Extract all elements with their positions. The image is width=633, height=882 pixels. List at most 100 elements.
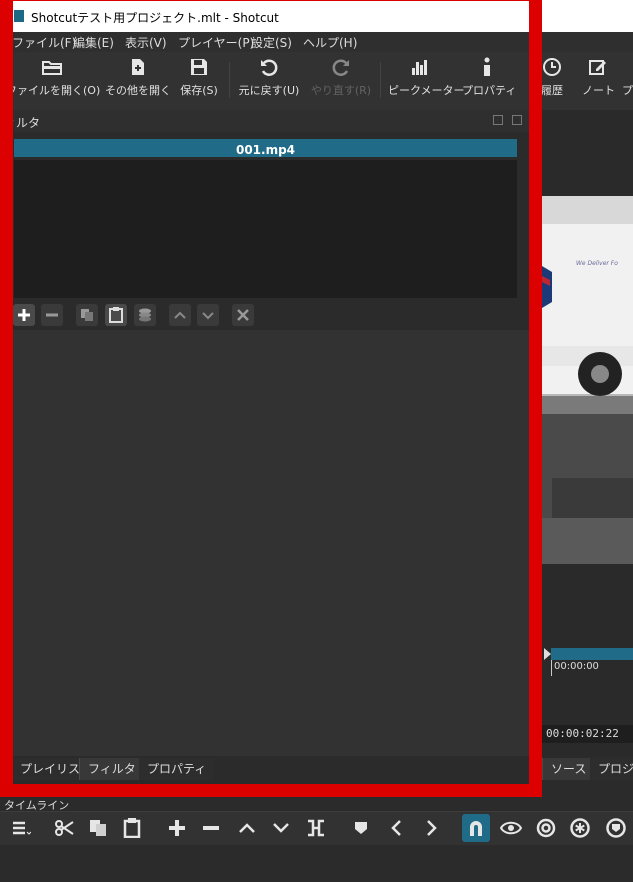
minus-icon: [203, 826, 219, 830]
properties-button[interactable]: プロパティ: [462, 52, 517, 108]
clock-icon: [543, 58, 561, 76]
copy-button[interactable]: [85, 815, 111, 841]
save-button[interactable]: 保存(S): [178, 52, 220, 108]
menu-settings[interactable]: 設定(S): [251, 34, 292, 51]
redo-icon: [332, 59, 349, 76]
stack-icon: [139, 308, 151, 322]
menu-edit[interactable]: 編集(E): [73, 34, 114, 51]
redo-label: やり直す(R): [310, 84, 372, 97]
lift-button[interactable]: [234, 815, 260, 841]
add-filter-button[interactable]: [13, 304, 35, 326]
previous-marker-button[interactable]: [384, 815, 410, 841]
paste-button[interactable]: [119, 815, 145, 841]
chevron-up-icon: [174, 311, 186, 319]
save-label: 保存(S): [180, 84, 218, 97]
ripple-delete-button[interactable]: [198, 815, 224, 841]
scrub-toggle[interactable]: [498, 815, 524, 841]
tab-properties[interactable]: プロパティ: [139, 758, 215, 780]
notes-button[interactable]: ノート: [582, 52, 615, 108]
split-icon: [308, 819, 324, 837]
next-marker-button[interactable]: [418, 815, 444, 841]
paste-filter-button[interactable]: [105, 304, 127, 326]
overwrite-button[interactable]: [268, 815, 294, 841]
copy-filter-button[interactable]: [76, 304, 98, 326]
menu-file[interactable]: ファイル(F): [12, 34, 76, 51]
note-edit-icon: [589, 60, 606, 75]
add-marker-button[interactable]: [348, 815, 374, 841]
open-other-label: その他を開く: [105, 84, 171, 97]
close-icon: [237, 309, 249, 321]
in-point-marker-icon[interactable]: [544, 648, 551, 660]
remove-filter-button[interactable]: [41, 304, 63, 326]
ripple-toggle[interactable]: [533, 815, 559, 841]
chevron-right-icon: [427, 820, 437, 836]
plus-icon: [18, 309, 30, 321]
chevron-down-icon: [273, 823, 289, 833]
filter-panel-header: ィルタ: [0, 110, 530, 132]
close-panel-icon[interactable]: [512, 115, 522, 125]
truck-lettering: We Deliver Fo: [576, 260, 618, 267]
toolbar-separator: [229, 62, 230, 98]
properties-label: プロパティ: [462, 84, 517, 97]
ripple-all-toggle[interactable]: [567, 815, 593, 841]
move-up-button[interactable]: [169, 304, 191, 326]
marker-icon: [355, 822, 367, 834]
more-toolbar-button[interactable]: プ: [622, 52, 633, 108]
timeline-tracks-area[interactable]: [0, 845, 633, 882]
open-file-button[interactable]: ファイルを開く(O): [6, 52, 100, 108]
meter-icon: [412, 60, 427, 75]
preset-filter-button[interactable]: [134, 304, 156, 326]
history-button[interactable]: 履歴: [530, 52, 574, 108]
video-preview[interactable]: We Deliver Fo: [542, 196, 633, 564]
timecode-field[interactable]: 00:00:02:22: [542, 725, 633, 743]
shield-circle-icon: [606, 818, 626, 838]
cut-button[interactable]: [52, 815, 78, 841]
redo-button[interactable]: やり直す(R): [310, 52, 372, 108]
open-other-button[interactable]: その他を開く: [104, 52, 172, 108]
peak-meter-button[interactable]: ピークメーター: [388, 52, 465, 108]
player-ruler[interactable]: 00:00:00: [551, 660, 633, 676]
file-plus-icon: [132, 59, 144, 75]
deselect-filter-button[interactable]: [232, 304, 254, 326]
asterisk-circle-icon: [570, 818, 590, 838]
floppy-icon: [191, 59, 207, 75]
toolbar-separator: [380, 62, 381, 98]
undo-icon: [261, 59, 278, 76]
window-title: Shotcutテスト用プロジェクト.mlt - Shotcut: [31, 11, 279, 25]
clipboard-icon: [109, 307, 123, 323]
copy-icon: [90, 820, 106, 836]
title-bar: Shotcutテスト用プロジェクト.mlt - Shotcut: [0, 0, 633, 32]
tab-project[interactable]: プロジェ: [590, 758, 633, 780]
menu-bar: ファイル(F) 編集(E) 表示(V) プレイヤー(P) 設定(S) ヘルプ(H…: [0, 32, 633, 52]
scissors-icon: [55, 820, 74, 836]
undo-label: 元に戻す(U): [238, 84, 300, 97]
menu-help[interactable]: ヘルプ(H): [303, 34, 357, 51]
history-label: 履歴: [541, 84, 563, 97]
float-panel-icon[interactable]: [493, 115, 503, 125]
hamburger-menu-icon: [13, 821, 31, 835]
folder-open-icon: [42, 61, 62, 75]
tab-filters[interactable]: フィルタ: [79, 758, 145, 780]
ripple-markers-toggle[interactable]: [603, 815, 629, 841]
undo-button[interactable]: 元に戻す(U): [238, 52, 300, 108]
snap-toggle[interactable]: [462, 814, 490, 842]
more-toolbar-label: プ: [622, 84, 633, 97]
copy-icon: [81, 309, 93, 321]
app-icon: [14, 10, 24, 22]
minus-icon: [46, 313, 58, 317]
split-button[interactable]: [303, 815, 329, 841]
timeline-menu-button[interactable]: [8, 815, 34, 841]
clip-name: 001.mp4: [235, 143, 296, 157]
eye-icon: [500, 821, 522, 835]
video-frame-image: [542, 196, 633, 564]
filter-list[interactable]: [14, 160, 517, 298]
filter-panel-title: ィルタ: [4, 116, 41, 130]
plus-icon: [169, 820, 185, 836]
player-scrub-bar[interactable]: [551, 648, 633, 660]
main-toolbar: ファイルを開く(O) その他を開く 保存(S) 元に戻す(U) やり直す(R) …: [0, 52, 633, 111]
menu-player[interactable]: プレイヤー(P): [178, 34, 254, 51]
menu-view[interactable]: 表示(V): [125, 34, 167, 51]
append-button[interactable]: [164, 815, 190, 841]
move-down-button[interactable]: [197, 304, 219, 326]
peak-meter-label: ピークメーター: [388, 84, 465, 97]
